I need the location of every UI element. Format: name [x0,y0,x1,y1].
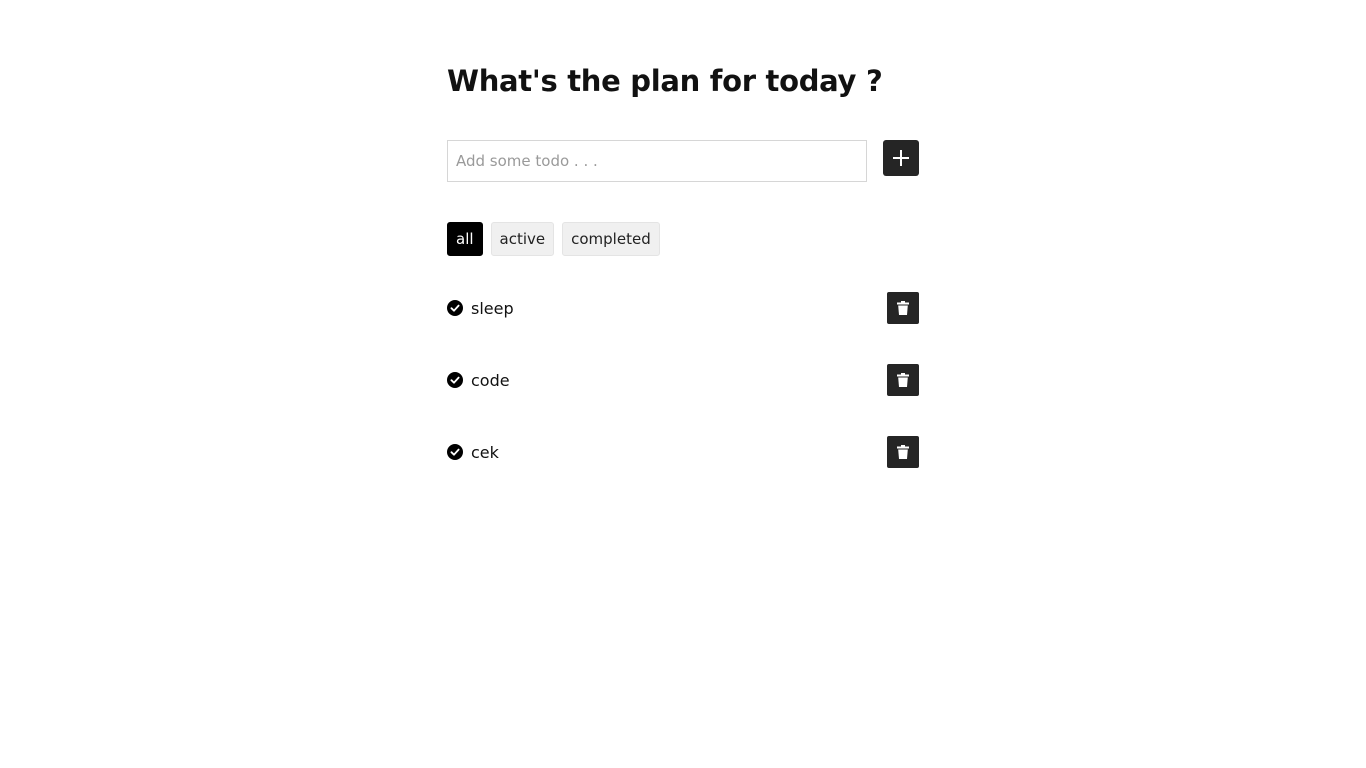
trash-icon [897,373,909,387]
check-circle-icon[interactable] [447,300,463,316]
filter-bar: all active completed [447,222,660,256]
trash-icon [897,301,909,315]
filter-active-button[interactable]: active [490,222,555,256]
check-circle-icon[interactable] [447,372,463,388]
delete-todo-button[interactable] [887,364,919,396]
todo-text: cek [471,442,499,462]
todo-text: code [471,370,510,390]
plus-icon [891,148,911,168]
filter-completed-button[interactable]: completed [562,222,660,256]
delete-todo-button[interactable] [887,436,919,468]
todo-item: code [447,364,919,396]
add-todo-button[interactable] [883,140,919,176]
todo-input[interactable] [447,140,867,182]
todo-item: cek [447,436,919,468]
todo-list: sleep code cek [447,292,919,508]
delete-todo-button[interactable] [887,292,919,324]
filter-all-button[interactable]: all [447,222,483,256]
todo-item: sleep [447,292,919,324]
todo-text: sleep [471,298,514,318]
check-circle-icon[interactable] [447,444,463,460]
page-title: What's the plan for today ? [447,64,883,98]
trash-icon [897,445,909,459]
